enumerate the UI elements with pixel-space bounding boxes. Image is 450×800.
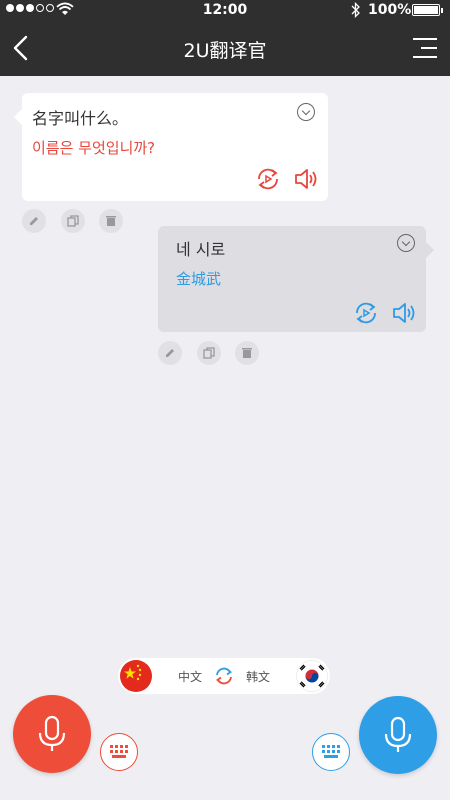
message-bubble-right: 네 시로 金城武	[158, 226, 434, 332]
delete-icon	[242, 348, 252, 358]
expand-icon[interactable]	[397, 234, 415, 252]
keyboard-icon	[110, 745, 128, 758]
source-language-label[interactable]: 中文	[178, 668, 202, 685]
replay-icon[interactable]	[353, 302, 379, 324]
copy-button[interactable]	[197, 341, 221, 365]
edit-button[interactable]	[22, 209, 46, 233]
replay-icon[interactable]	[255, 168, 281, 190]
delete-button[interactable]	[99, 209, 123, 233]
message-bubble-left: 名字叫什么。 이름은 무엇입니까?	[14, 93, 328, 201]
battery-percent: 100%	[368, 2, 412, 18]
edit-icon	[30, 217, 38, 225]
edit-button[interactable]	[158, 341, 182, 365]
translation-text: 이름은 무엇입니까?	[32, 139, 156, 157]
battery-icon	[412, 4, 443, 16]
speaker-icon[interactable]	[391, 302, 417, 324]
copy-button[interactable]	[61, 209, 85, 233]
bluetooth-icon	[351, 2, 360, 18]
expand-icon[interactable]	[297, 103, 315, 121]
korean-mic-button[interactable]	[359, 696, 437, 774]
korea-flag-icon[interactable]	[296, 660, 328, 692]
keyboard-icon	[322, 745, 340, 758]
chinese-mic-button[interactable]	[13, 695, 91, 773]
target-language-label[interactable]: 韩文	[246, 668, 270, 685]
china-flag-icon[interactable]	[120, 660, 152, 692]
copy-icon	[203, 347, 215, 359]
korean-keyboard-button[interactable]	[312, 733, 350, 771]
edit-icon	[166, 349, 174, 357]
language-bar: 中文 韩文	[118, 658, 330, 694]
source-text: 名字叫什么。	[32, 109, 129, 128]
page-title: 2U翻译官	[183, 40, 267, 62]
speaker-icon[interactable]	[293, 168, 319, 190]
translation-text: 金城武	[176, 270, 222, 288]
delete-button[interactable]	[235, 341, 259, 365]
status-bar: 12:00 100%	[0, 0, 450, 20]
source-text: 네 시로	[176, 240, 226, 259]
microphone-icon	[384, 716, 412, 752]
delete-icon	[106, 216, 116, 226]
copy-icon	[67, 215, 79, 227]
menu-button[interactable]	[413, 38, 437, 58]
nav-bar: 2U翻译官	[0, 20, 450, 76]
swap-icon[interactable]	[214, 666, 234, 686]
microphone-icon	[38, 715, 66, 751]
chinese-keyboard-button[interactable]	[100, 733, 138, 771]
